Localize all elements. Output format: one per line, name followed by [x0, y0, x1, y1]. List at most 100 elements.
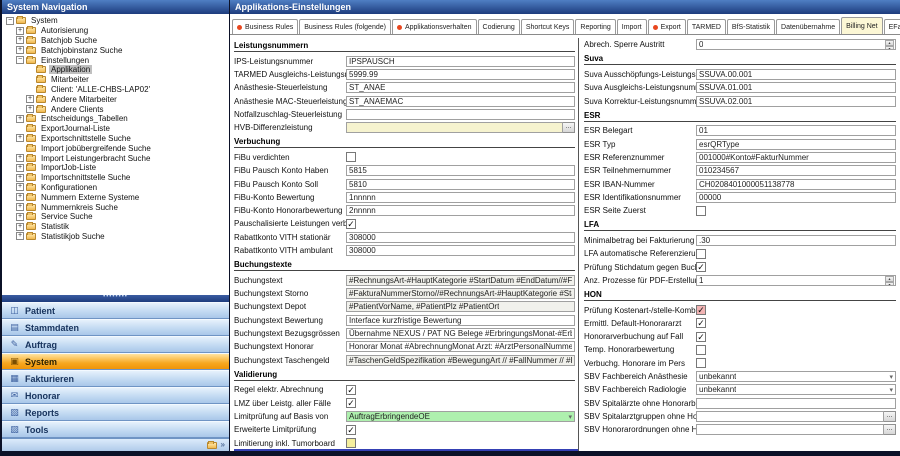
text-input[interactable]: SSUVA.00.001	[696, 68, 896, 80]
tree-item-batchjobinstanz-suche[interactable]: + Batchjobinstanz Suche	[2, 45, 229, 55]
text-input[interactable]: .30	[696, 234, 896, 246]
sidebar-item-stammdaten[interactable]: ▤ Stammdaten	[2, 319, 229, 336]
text-input[interactable]: ST_ANAE	[346, 82, 575, 94]
text-input[interactable]: SSUVA.02.001	[696, 95, 896, 107]
panel-splitter[interactable]: ••••••••	[2, 295, 229, 302]
dropdown-arrow-icon[interactable]: ▾	[889, 386, 893, 394]
text-input[interactable]: #FakturaNummerStorno//#RechnungsArt-#Hau…	[346, 288, 575, 300]
expand-toggle-icon[interactable]: +	[16, 222, 24, 231]
text-input[interactable]: #PatientVorName, #PatientPlz #PatientOrt	[346, 301, 575, 313]
text-input[interactable]	[696, 397, 896, 409]
expand-toggle-icon[interactable]: +	[16, 154, 24, 163]
tab-import[interactable]: Import	[616, 19, 647, 34]
tab-efaktur[interactable]: EFaktur	[883, 19, 900, 34]
expand-toggle-icon[interactable]: +	[16, 36, 24, 45]
tree-item-nummern-externe-systeme[interactable]: + Nummern Externe Systeme	[2, 192, 229, 202]
expand-toggle-icon[interactable]: −	[16, 56, 24, 65]
tree-item-statistikjob-suche[interactable]: + Statistikjob Suche	[2, 231, 229, 242]
tab-tarmed[interactable]: TARMED	[686, 19, 726, 34]
checkbox[interactable]: ✓	[346, 398, 356, 409]
expand-toggle-icon[interactable]: −	[6, 16, 14, 25]
text-input[interactable]: Honorar Monat #AbrechnungMonat Arzt: #Ar…	[346, 341, 575, 353]
text-input[interactable]: 001000#Konto#FakturNummer	[696, 151, 896, 163]
expand-toggle-icon[interactable]: +	[16, 212, 24, 221]
number-stepper[interactable]: 1 ▴ ▾	[696, 274, 896, 286]
expand-toggle-icon[interactable]: +	[16, 173, 24, 182]
tree-item-exportjournal-liste[interactable]: ExportJournal-Liste	[2, 124, 229, 134]
tree-item-entscheidungs-tabellen[interactable]: + Entscheidungs_Tabellen	[2, 114, 229, 124]
sidebar-item-tools[interactable]: ▨ Tools	[2, 421, 229, 438]
checkbox[interactable]: ✓	[696, 305, 706, 316]
text-input[interactable]: 308000	[346, 245, 575, 256]
text-input[interactable]	[696, 424, 884, 436]
text-input[interactable]: 5999.99	[346, 68, 575, 80]
text-input[interactable]: IPSPAUSCH	[346, 55, 575, 67]
text-input[interactable]: Interface kurzfristige Bewertung	[346, 314, 575, 326]
text-input[interactable]: 00000	[696, 191, 896, 203]
ellipsis-button[interactable]: ...	[563, 122, 575, 134]
chevron-right-icon[interactable]: »	[221, 441, 225, 449]
tree-item-importschnittstelle-suche[interactable]: + Importschnittstelle Suche	[2, 173, 229, 183]
checkbox[interactable]	[346, 438, 356, 449]
checkbox[interactable]	[346, 152, 356, 163]
dropdown-select[interactable]: unbekannt ▾	[696, 371, 896, 383]
checkbox[interactable]: ✓	[346, 218, 356, 229]
expand-toggle-icon[interactable]: +	[16, 193, 24, 202]
sidebar-item-auftrag[interactable]: ✎ Auftrag	[2, 336, 229, 353]
tab-business-rules-folgende[interactable]: Business Rules (folgende)	[299, 19, 391, 34]
tab-shortcut-keys[interactable]: Shortcut Keys	[520, 19, 575, 34]
text-input[interactable]: 308000	[346, 231, 575, 243]
expand-toggle-icon[interactable]: +	[16, 183, 24, 192]
ellipsis-button[interactable]: ...	[884, 424, 896, 436]
checkbox[interactable]: ✓	[346, 384, 356, 395]
text-input[interactable]: 01	[696, 125, 896, 137]
tree-item-client-alle-chbs-lap02[interactable]: Client: 'ALLE-CHBS-LAP02'	[2, 84, 229, 95]
stepper-down-icon[interactable]: ▾	[885, 46, 894, 50]
expand-toggle-icon[interactable]: +	[26, 95, 34, 104]
stepper-down-icon[interactable]: ▾	[885, 281, 894, 285]
text-input[interactable]: 5810	[346, 178, 575, 190]
folder-icon[interactable]	[206, 440, 217, 449]
tab-daten-bernahme[interactable]: Datenübernahme	[776, 19, 841, 34]
sidebar-item-reports[interactable]: ▧ Reports	[2, 404, 229, 421]
text-input[interactable]: SSUVA.01.001	[696, 82, 896, 94]
sidebar-item-system[interactable]: ▣ System	[2, 353, 229, 370]
tree-item-service-suche[interactable]: + Service Suche	[2, 212, 229, 222]
tab-bfs-statistik[interactable]: BfS-Statistik	[726, 19, 776, 34]
checkbox[interactable]: ✓	[696, 262, 706, 272]
text-input[interactable]: #RechnungsArt-#HauptKategorie #StartDatu…	[346, 274, 575, 286]
dropdown-arrow-icon[interactable]: ▾	[889, 373, 893, 381]
tab-reporting[interactable]: Reporting	[575, 19, 616, 34]
tab-codierung[interactable]: Codierung	[477, 19, 520, 34]
text-input[interactable]	[346, 122, 563, 134]
text-input[interactable]: 2nnnnn	[346, 205, 575, 217]
tree-item-andere-mitarbeiter[interactable]: + Andere Mitarbeiter	[2, 94, 229, 104]
checkbox[interactable]: ✓	[696, 318, 706, 329]
dropdown-arrow-icon[interactable]: ▾	[568, 413, 572, 421]
tree-item-mitarbeiter[interactable]: Mitarbeiter	[2, 75, 229, 85]
text-input[interactable]	[346, 108, 575, 120]
tree-item-system[interactable]: − System	[2, 16, 229, 26]
tree-item-import-job-bergreifende-suche[interactable]: Import jobübergreifende Suche	[2, 143, 229, 153]
tab-applikationsverhalten[interactable]: Applikationsverhalten	[391, 19, 477, 34]
ellipsis-button[interactable]: ...	[884, 410, 896, 422]
tree-item-andere-clients[interactable]: + Andere Clients	[2, 104, 229, 114]
text-input[interactable]: 5815	[346, 165, 575, 177]
tree-item-nummernkreis-suche[interactable]: + Nummernkreis Suche	[2, 202, 229, 212]
tree-item-importjob-liste[interactable]: + ImportJob-Liste	[2, 163, 229, 173]
tab-export[interactable]: Export	[647, 19, 686, 34]
tree-item-batchjob-suche[interactable]: + Batchjob Suche	[2, 35, 229, 46]
sidebar-item-fakturieren[interactable]: ▦ Fakturieren	[2, 370, 229, 387]
expand-toggle-icon[interactable]: +	[26, 105, 34, 114]
expand-toggle-icon[interactable]: +	[16, 46, 24, 55]
text-input[interactable]: CH0208401000051138778	[696, 178, 896, 190]
sidebar-item-patient[interactable]: ◫ Patient	[2, 302, 229, 319]
expand-toggle-icon[interactable]: +	[16, 203, 24, 212]
text-input[interactable]: ST_ANAEMAC	[346, 95, 575, 107]
expand-toggle-icon[interactable]: +	[16, 163, 24, 172]
text-input[interactable]: 1nnnnn	[346, 191, 575, 203]
tab-billing-net[interactable]: Billing Net	[841, 17, 883, 34]
checkbox[interactable]	[696, 248, 706, 259]
text-input[interactable]: #TaschenGeldSpezifikation #BewegungArt /…	[346, 354, 575, 366]
text-input[interactable]: Übernahme NEXUS / PAT NG Belege #Erbring…	[346, 327, 575, 339]
